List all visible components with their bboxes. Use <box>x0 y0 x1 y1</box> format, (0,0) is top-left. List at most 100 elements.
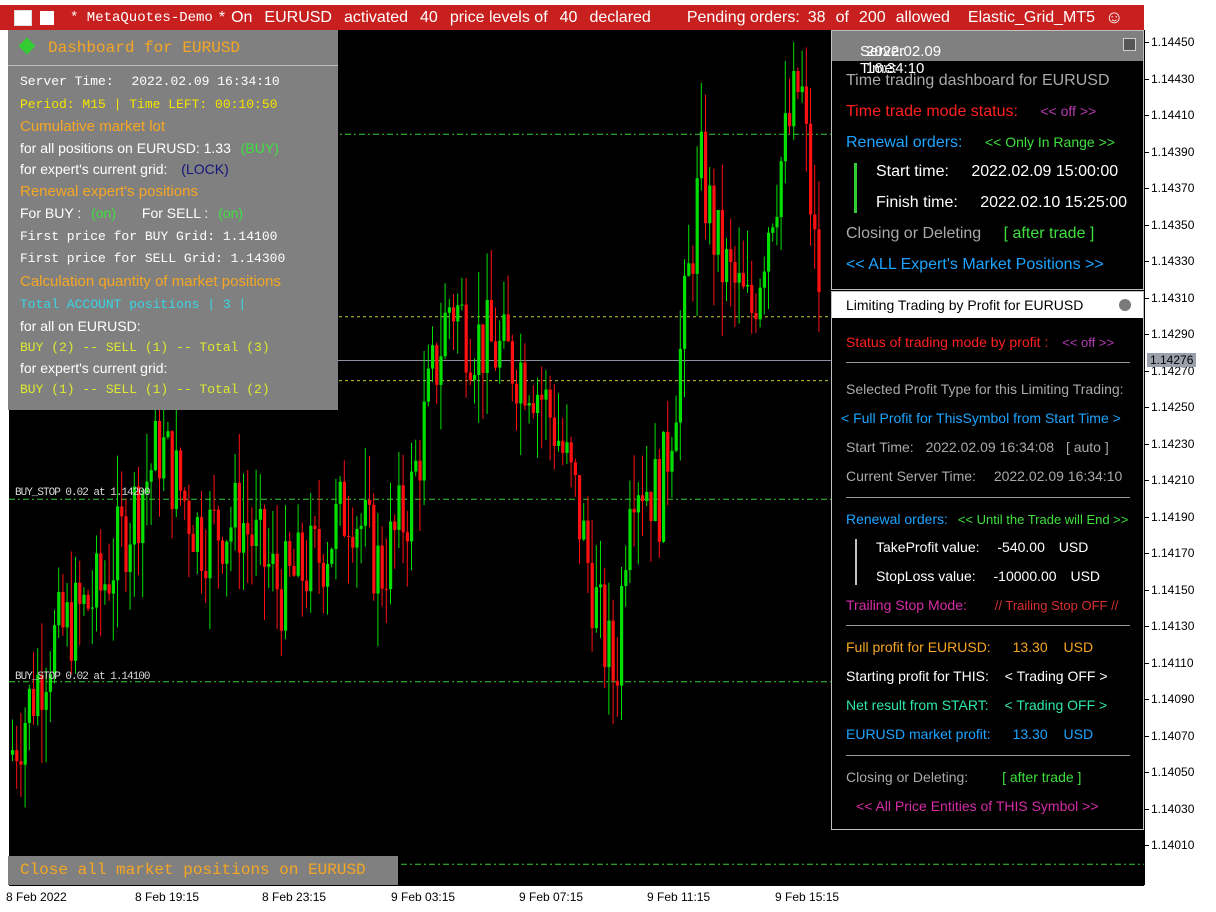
save-icon[interactable] <box>40 10 54 25</box>
candle-body <box>788 113 792 127</box>
candle-body <box>754 312 758 320</box>
candle-body <box>120 506 124 517</box>
market-profit-label: EURUSD market profit: <box>846 726 991 742</box>
status-dot-icon[interactable] <box>1119 299 1131 311</box>
candle-body <box>284 541 288 631</box>
diamond-icon <box>18 37 36 55</box>
time-closing-value[interactable]: [ after trade ] <box>1004 225 1095 242</box>
server-time-row: Server Time: 2022.02.09 16:34:10 <box>20 74 280 89</box>
candle-body <box>103 584 107 591</box>
profit-closing-value[interactable]: [ after trade ] <box>1002 769 1081 785</box>
profit-start-mode[interactable]: [ auto ] <box>1066 439 1109 455</box>
smiley-icon[interactable]: ☺ <box>1105 7 1123 28</box>
first-sell-line: First price for SELL Grid: 1.14300 <box>20 251 286 266</box>
candle-body <box>19 761 23 765</box>
divider <box>8 65 338 66</box>
candle-body <box>599 584 603 588</box>
candle-body <box>473 375 477 380</box>
expert-name: Elastic_Grid_MT5 <box>967 8 1096 26</box>
candle-body <box>594 587 598 629</box>
full-profit-value: 13.30 <box>1012 639 1048 655</box>
candle-body <box>61 591 65 628</box>
trailing-row: Trailing Stop Mode: // Trailing Stop OFF… <box>846 597 1118 613</box>
candle-body <box>233 482 237 528</box>
time-renewal-value[interactable]: << Only In Range >> <box>985 134 1115 150</box>
profit-panel-header[interactable]: Limiting Trading by Profit for EURUSD <box>832 292 1143 318</box>
candle-body <box>620 585 624 686</box>
candle-body <box>477 324 481 376</box>
candle-body <box>292 565 296 576</box>
takeprofit-label: TakeProfit value: <box>876 539 980 555</box>
candle-body <box>712 185 716 255</box>
net-result-row: Net result from START: < Trading OFF > <box>846 697 1107 713</box>
net-result-value: < Trading OFF > <box>1004 697 1108 713</box>
dashboard-header[interactable]: Dashboard for EURUSD <box>8 30 338 66</box>
pending-count: 38 <box>807 8 826 26</box>
grid-icon[interactable] <box>14 9 32 26</box>
candle-body <box>813 214 817 230</box>
server-time-value: 2022.02.09 16:34:10 <box>131 74 280 89</box>
word-of: of <box>835 8 849 26</box>
candle-body <box>485 299 489 373</box>
candle-body <box>666 431 670 472</box>
price-axis[interactable]: 1.14450 1.14430 1.14410 1.14390 1.14370 1.143… <box>1144 30 1216 885</box>
candle-body <box>691 263 695 274</box>
candle-body <box>338 481 342 504</box>
candle-body <box>368 499 372 505</box>
profit-start-value: 2022.02.09 16:34:08 <box>925 439 1055 455</box>
candle-body <box>158 420 162 479</box>
all-positions-link[interactable]: << ALL Expert's Market Positions >> <box>846 256 1104 274</box>
start-time-value[interactable]: 2022.02.09 15:00:00 <box>971 163 1118 180</box>
candle-body <box>783 113 787 162</box>
time-mode-value[interactable]: << off >> <box>1040 103 1096 119</box>
candle-body <box>615 680 619 686</box>
profit-type-value[interactable]: < Full Profit for ThisSymbol from Start … <box>841 410 1121 426</box>
full-profit-unit: USD <box>1063 639 1094 655</box>
activated-count: 40 <box>420 8 438 26</box>
for-buy-value[interactable]: (on) <box>91 205 116 221</box>
profit-start-row: Start Time: 2022.02.09 16:34:08 [ auto ] <box>846 439 1109 455</box>
close-all-positions-button[interactable]: Close all market positions on EURUSD <box>8 856 398 885</box>
profit-status-label: Status of trading mode by profit : <box>846 334 1049 350</box>
candle-body <box>359 525 363 529</box>
candle-body <box>573 462 577 476</box>
candle-body <box>603 584 607 668</box>
candle-body <box>678 348 682 423</box>
candle-body <box>410 471 414 542</box>
candle-body <box>351 536 355 548</box>
takeprofit-row: TakeProfit value: -540.00 USD <box>876 539 1088 555</box>
profit-renewal-label: Renewal orders: <box>846 511 948 527</box>
candle-body <box>758 287 762 320</box>
price-tick: 1.14150 <box>1145 583 1194 597</box>
candle-body <box>271 553 275 564</box>
candle-body <box>662 431 666 542</box>
price-tick: 1.14130 <box>1145 619 1194 633</box>
candle-body <box>510 341 514 384</box>
candle-body <box>95 553 99 608</box>
candle-body <box>569 442 573 463</box>
price-entities-link[interactable]: << All Price Entities of THIS Symbol >> <box>856 798 1099 814</box>
for-sell-label: For SELL : <box>141 205 209 221</box>
start-time-row: Start time: 2022.02.09 15:00:00 <box>876 163 1118 181</box>
candle-body <box>708 185 712 224</box>
candle-body <box>300 532 304 581</box>
profit-status-value[interactable]: << off >> <box>1062 335 1114 350</box>
candle-body <box>464 304 468 373</box>
level-label-buy-stop-2: BUY_STOP 0.02 at 1.14100 <box>15 671 150 683</box>
divider <box>846 755 1130 756</box>
candle-body <box>225 541 229 564</box>
takeprofit-value[interactable]: -540.00 <box>997 539 1044 555</box>
time-panel-header[interactable]: Server Time: 2022.02.09 16:34:10 <box>832 31 1143 77</box>
candle-body <box>729 249 733 263</box>
candle-body <box>515 383 519 404</box>
divider <box>846 362 1130 363</box>
for-sell-value[interactable]: (on) <box>218 205 243 221</box>
trailing-value[interactable]: // Trailing Stop OFF // <box>995 598 1119 613</box>
candle-body <box>494 341 498 368</box>
profit-renewal-value[interactable]: << Until the Trade will End >> <box>958 512 1129 527</box>
minimize-icon[interactable] <box>1123 38 1136 51</box>
time-axis[interactable]: 8 Feb 2022 8 Feb 19:15 8 Feb 23:15 9 Feb 03… <box>6 885 1144 908</box>
stoploss-value[interactable]: -10000.00 <box>994 568 1057 584</box>
candle-body <box>800 86 804 93</box>
finish-time-value[interactable]: 2022.02.10 15:25:00 <box>980 194 1127 211</box>
